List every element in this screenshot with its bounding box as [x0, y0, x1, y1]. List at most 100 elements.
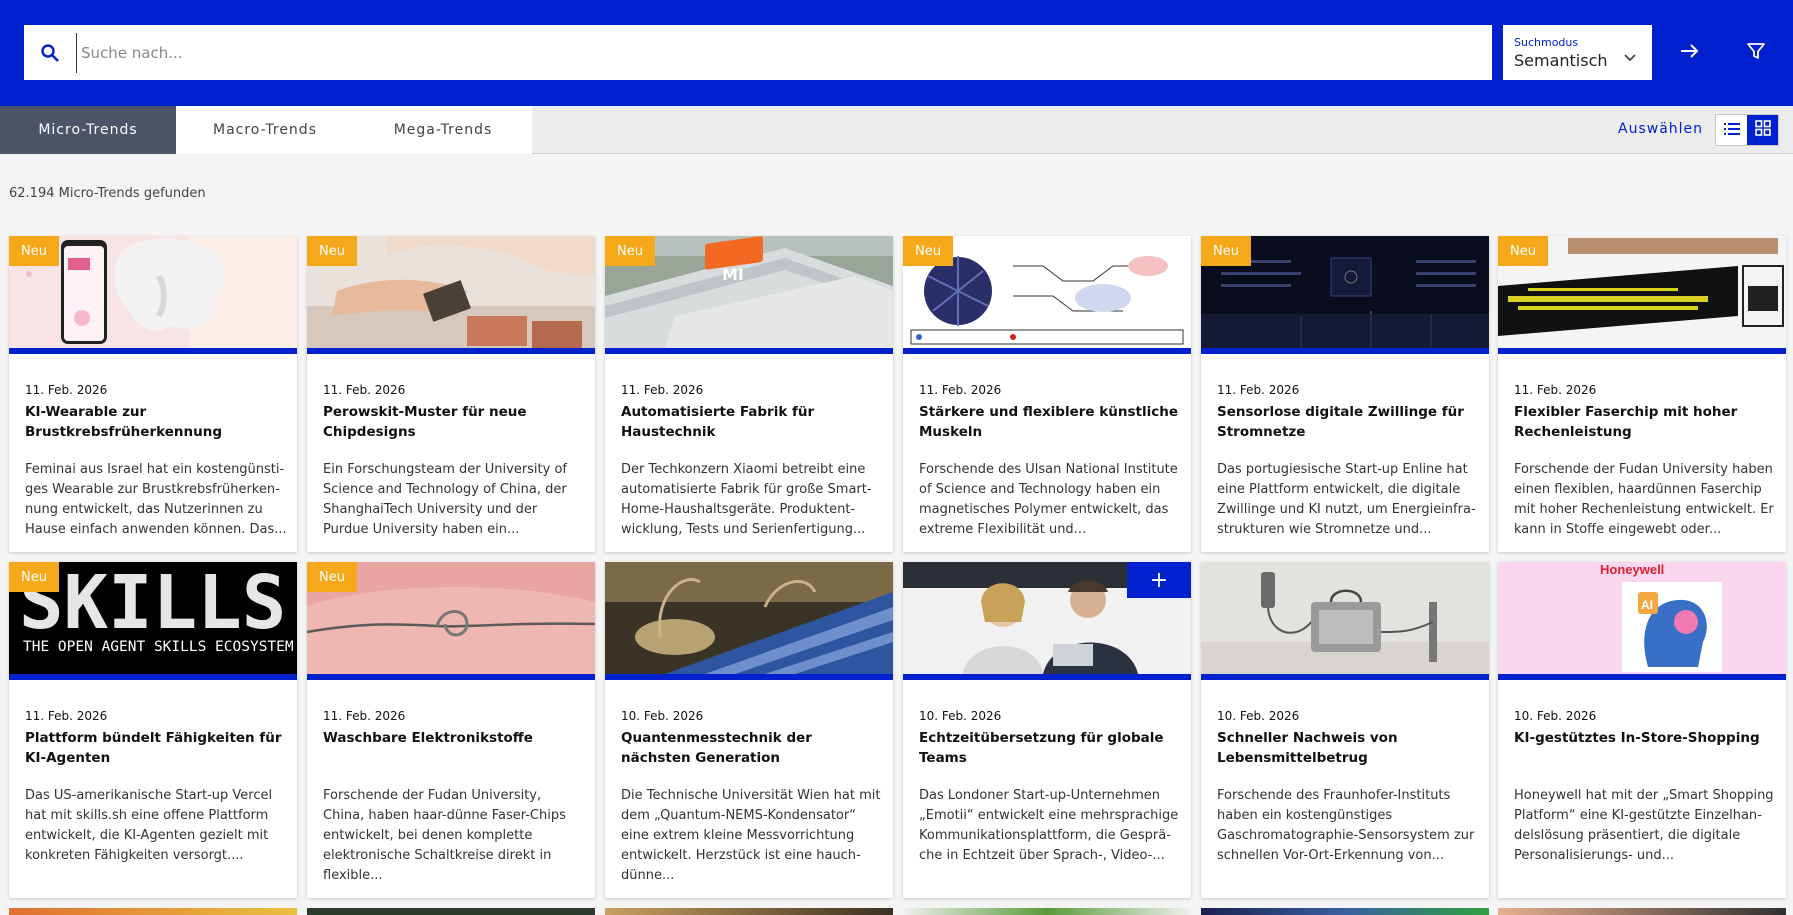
- list-view-button[interactable]: [1716, 115, 1747, 145]
- card-date: 10. Feb. 2026: [1514, 709, 1597, 723]
- filter-icon: [1747, 42, 1765, 64]
- card-accent-bar: [903, 674, 1191, 680]
- card-accent-bar: [307, 674, 595, 680]
- card-accent-bar: [307, 348, 595, 354]
- trend-card[interactable]: Neu 11. Feb. 2026 Flexibler Faserchip mi…: [1498, 236, 1786, 552]
- card-preview: [1201, 908, 1489, 915]
- card-description: Honeywell hat mit der „Smart Shopping Pl…: [1514, 788, 1774, 863]
- card-description: Forschende der Fudan University, China, …: [323, 788, 566, 883]
- grid-icon: [1754, 120, 1771, 140]
- card-date: 11. Feb. 2026: [919, 383, 1002, 397]
- card-title[interactable]: KI-gestütztes In-Store-Shopping: [1514, 728, 1776, 748]
- card-title[interactable]: Automatisierte Fabrik für Haustechnik: [621, 402, 883, 442]
- card-date: 10. Feb. 2026: [919, 709, 1002, 723]
- grid-view-button[interactable]: [1747, 115, 1778, 145]
- card-accent-bar: [9, 348, 297, 354]
- card-accent-bar: [605, 348, 893, 354]
- search-mode-value: Semantisch: [1514, 51, 1608, 70]
- trend-card[interactable]: Neu 11. Feb. 2026 Waschbare Elektronikst…: [307, 562, 595, 898]
- card-image: Neu: [903, 236, 1191, 348]
- card-image: Neu: [307, 236, 595, 348]
- new-badge: Neu: [1201, 236, 1251, 266]
- trend-card[interactable]: Neu 11. Feb. 2026 Sensorlose digitale Zw…: [1201, 236, 1489, 552]
- card-accent-bar: [903, 348, 1191, 354]
- filter-button[interactable]: [1734, 25, 1778, 80]
- card-description: Der Techkonzern Xiaomi betreibt eine aut…: [621, 462, 872, 537]
- search-input[interactable]: [76, 32, 1492, 73]
- card-title[interactable]: Quantenmesstechnik der nächsten Ge­nerat…: [621, 728, 883, 768]
- card-description: Feminai aus Israel hat ein kostengünsti­…: [25, 462, 287, 537]
- xiaomi-logo-text: MI: [722, 265, 744, 284]
- skills-logo-text: SKILLS: [19, 562, 286, 646]
- honeywell-logo-text: Honeywell: [1600, 562, 1664, 577]
- trend-card[interactable]: 10. Feb. 2026 Schneller Nachweis von Leb…: [1201, 562, 1489, 898]
- search-mode-label: Suchmodus: [1514, 36, 1579, 49]
- new-badge: Neu: [307, 236, 357, 266]
- card-title[interactable]: Perowskit-Muster für neue Chipde­signs: [323, 402, 585, 442]
- trend-card[interactable]: 10. Feb. 2026 Quantenmesstechnik der näc…: [605, 562, 893, 898]
- card-title[interactable]: Echtzeitübersetzung für globale Teams: [919, 728, 1181, 768]
- card-title[interactable]: KI-Wearable zur Brustkrebsfrüher­kennung: [25, 402, 287, 442]
- card-title[interactable]: Schneller Nachweis von Lebensmittel­betr…: [1217, 728, 1479, 768]
- card-image: Neu: [9, 236, 297, 348]
- trend-card[interactable]: MI Neu 11. Feb. 2026 Automatisierte Fabr…: [605, 236, 893, 552]
- card-preview: [9, 908, 297, 915]
- trend-card[interactable]: SKILLS THE OPEN AGENT SKILLS ECOSYSTEM Ne…: [9, 562, 297, 898]
- card-preview: [605, 908, 893, 915]
- trend-card[interactable]: Neu 11. Feb. 2026 Perowskit-Muster für n…: [307, 236, 595, 552]
- skills-tagline-text: THE OPEN AGENT SKILLS ECOSYSTEM: [23, 639, 294, 655]
- new-badge: Neu: [1498, 236, 1548, 266]
- tab-macro-trends[interactable]: Macro-Trends: [176, 106, 354, 154]
- new-badge: Neu: [9, 562, 59, 592]
- card-image: +: [903, 562, 1191, 674]
- card-image: Neu: [307, 562, 595, 674]
- chevron-down-icon: [1624, 47, 1636, 66]
- search-icon[interactable]: [24, 25, 76, 80]
- card-accent-bar: [1201, 674, 1489, 680]
- card-image: Neu: [1201, 236, 1489, 348]
- card-description: Das portugiesische Start-up Enline hat e…: [1217, 462, 1476, 537]
- new-badge: Neu: [307, 562, 357, 592]
- card-title[interactable]: Waschbare Elektronikstoffe: [323, 728, 585, 748]
- trend-card[interactable]: Honeywell AI 10. Feb. 2026 KI-gestütztes …: [1498, 562, 1786, 898]
- card-date: 11. Feb. 2026: [1514, 383, 1597, 397]
- card-image: [1201, 562, 1489, 674]
- card-description: Ein Forschungsteam der University of Sci…: [323, 462, 567, 537]
- select-button[interactable]: Auswählen: [1618, 121, 1703, 137]
- card-accent-bar: [9, 674, 297, 680]
- card-preview: [903, 908, 1191, 915]
- tab-micro-trends[interactable]: Micro-Trends: [0, 106, 176, 154]
- card-accent-bar: [1201, 348, 1489, 354]
- card-description: Die Technische Universität Wien hat mit …: [621, 788, 881, 883]
- card-date: 11. Feb. 2026: [323, 383, 406, 397]
- arrow-right-icon: [1680, 43, 1700, 63]
- card-date: 11. Feb. 2026: [1217, 383, 1300, 397]
- card-description: Das US-amerikanische Start-up Vercel hat…: [25, 788, 273, 863]
- card-date: 11. Feb. 2026: [25, 383, 108, 397]
- add-button[interactable]: +: [1127, 562, 1191, 598]
- tabs-row: Micro-Trends Macro-Trends Mega-Trends Au…: [0, 106, 1793, 154]
- card-title[interactable]: Flexibler Faserchip mit hoher Rechen­lei…: [1514, 402, 1776, 442]
- card-title[interactable]: Sensorlose digitale Zwillinge für Stromn…: [1217, 402, 1479, 442]
- card-accent-bar: [605, 674, 893, 680]
- card-image: SKILLS THE OPEN AGENT SKILLS ECOSYSTEM Ne…: [9, 562, 297, 674]
- list-icon: [1723, 121, 1740, 140]
- card-image: Neu: [1498, 236, 1786, 348]
- card-date: 10. Feb. 2026: [1217, 709, 1300, 723]
- trend-card[interactable]: Neu 11. Feb. 2026 KI-Wearable zur Brustk…: [9, 236, 297, 552]
- ai-badge-text: AI: [1641, 598, 1653, 612]
- trend-card[interactable]: Neu 11. Feb. 2026 Stärkere und flexibler…: [903, 236, 1191, 552]
- search-mode-select[interactable]: Suchmodus Semantisch: [1503, 25, 1652, 80]
- new-badge: Neu: [903, 236, 953, 266]
- search-submit-button[interactable]: [1668, 25, 1712, 80]
- card-date: 11. Feb. 2026: [323, 709, 406, 723]
- card-title[interactable]: Plattform bündelt Fähigkeiten für KI-Age…: [25, 728, 287, 768]
- new-badge: Neu: [605, 236, 655, 266]
- card-preview: [307, 908, 595, 915]
- card-date: 11. Feb. 2026: [25, 709, 108, 723]
- top-bar: Suchmodus Semantisch: [0, 0, 1793, 106]
- tab-mega-trends[interactable]: Mega-Trends: [354, 106, 532, 154]
- trend-card[interactable]: + 10. Feb. 2026 Echtzeitübersetzung für …: [903, 562, 1191, 898]
- card-title[interactable]: Stärkere und flexiblere künstliche Muske…: [919, 402, 1181, 442]
- card-description: Forschende des Ulsan National Institute …: [919, 462, 1178, 537]
